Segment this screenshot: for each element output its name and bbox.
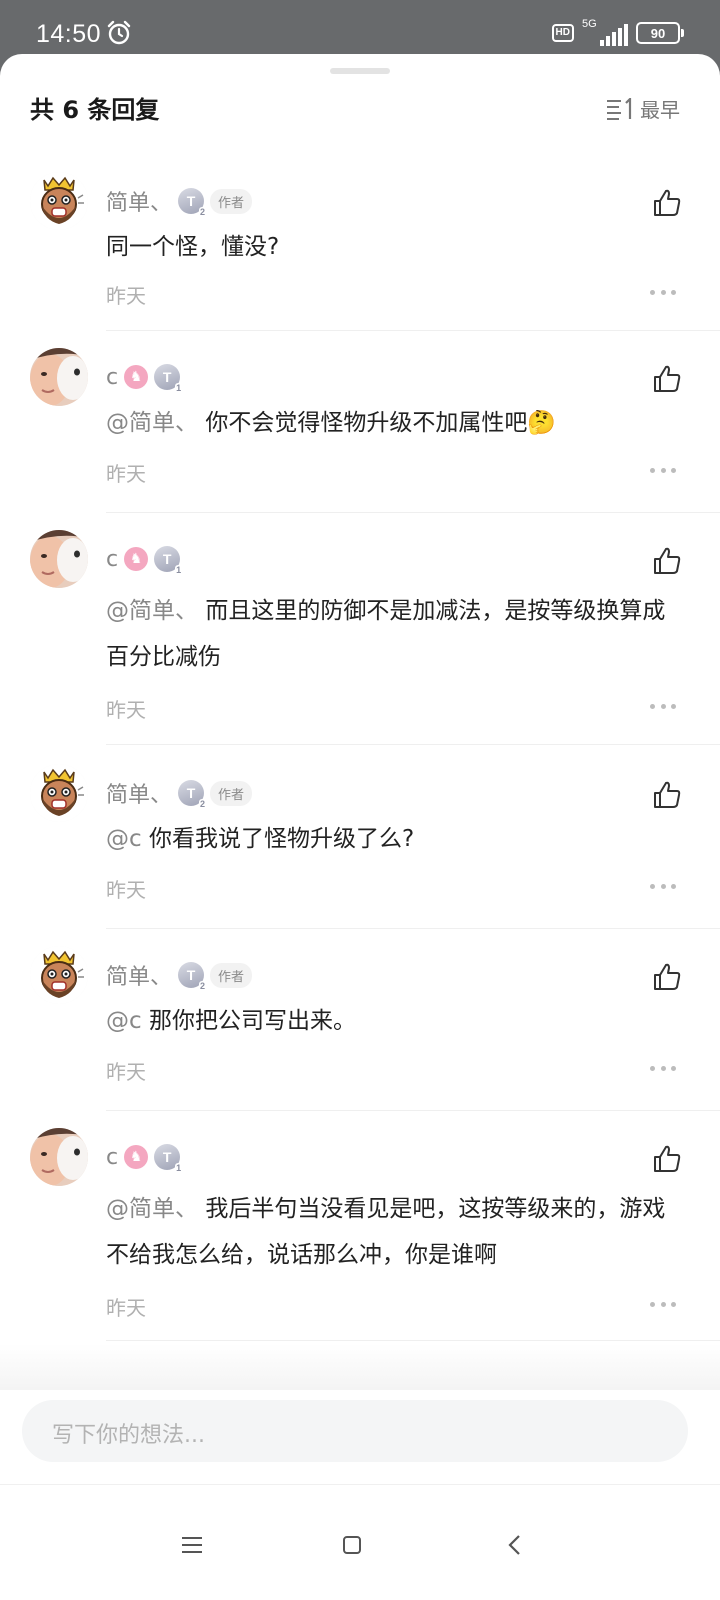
home-nav-button[interactable]: [332, 1525, 372, 1565]
back-chevron-icon: [508, 1535, 520, 1555]
more-icon[interactable]: [650, 468, 676, 474]
divider: [106, 744, 720, 745]
comment-text: @简单、 而且这里的防御不是加减法，是按等级换算成百分比减伤: [106, 598, 666, 670]
sheet-title: 共 6 条回复: [30, 96, 160, 124]
avatar[interactable]: [30, 1128, 88, 1186]
username[interactable]: 简单、: [106, 777, 172, 809]
author-tag: 作者: [210, 188, 253, 214]
back-nav-button[interactable]: [494, 1525, 534, 1565]
comment-text: @简单、 我后半句当没看见是吧，这按等级来的，游戏不给我怎么给，说话那么冲，你是…: [106, 1196, 666, 1268]
mention[interactable]: @简单、: [106, 598, 198, 624]
mention[interactable]: @c: [106, 1008, 142, 1034]
cartoon-avatar-icon: [30, 946, 88, 1004]
author-tag: 作者: [210, 780, 253, 806]
username[interactable]: 简单、: [106, 959, 172, 991]
comment-text: @c 你看我说了怪物升级了么?: [106, 826, 415, 852]
divider: [106, 1340, 720, 1341]
battery-icon: 90: [636, 22, 684, 44]
like-icon[interactable]: [652, 188, 682, 218]
cartoon-avatar-icon: [30, 764, 88, 822]
author-tag: 作者: [210, 962, 253, 988]
drag-handle[interactable]: [330, 68, 390, 74]
rabbit-badge-icon: ♞: [124, 365, 149, 389]
level-badge-icon: T1: [154, 364, 183, 393]
mention[interactable]: @简单、: [106, 410, 198, 436]
comment-time: 昨天: [106, 698, 146, 722]
comment-header: 简单、 T2 作者: [106, 185, 253, 217]
avatar[interactable]: [30, 172, 88, 230]
like-icon[interactable]: [652, 1144, 682, 1174]
more-icon[interactable]: [650, 290, 676, 296]
mention[interactable]: @c: [106, 826, 142, 852]
comment-time: 昨天: [106, 284, 146, 308]
sort-icon: [607, 97, 632, 120]
comment-text: @简单、 你不会觉得怪物升级不加属性吧🤔: [106, 410, 556, 436]
reply-input[interactable]: 写下你的想法...: [22, 1400, 688, 1462]
scroll-fade: [0, 1344, 720, 1390]
comment-time: 昨天: [106, 462, 146, 486]
more-icon[interactable]: [650, 1066, 676, 1072]
comment-text: 同一个怪，懂没?: [106, 234, 280, 260]
comment-header: 简单、 T2 作者: [106, 777, 253, 809]
reply-input-placeholder: 写下你的想法...: [52, 1423, 205, 1448]
avatar[interactable]: [30, 530, 88, 588]
comment-time: 昨天: [106, 878, 146, 902]
avatar[interactable]: [30, 764, 88, 822]
menu-nav-button[interactable]: [172, 1525, 212, 1565]
username[interactable]: c: [106, 365, 118, 390]
username[interactable]: c: [106, 547, 118, 572]
level-badge-icon: T2: [178, 188, 207, 217]
divider: [106, 1110, 720, 1111]
comment-time: 昨天: [106, 1296, 146, 1320]
more-icon[interactable]: [650, 1302, 676, 1308]
battery-level: 90: [650, 25, 666, 41]
level-badge-icon: T2: [178, 780, 207, 809]
username[interactable]: 简单、: [106, 185, 172, 217]
comment-text: @c 那你把公司写出来。: [106, 1008, 356, 1034]
comment-header: 简单、 T2 作者: [106, 959, 253, 991]
like-icon[interactable]: [652, 546, 682, 576]
comment-time: 昨天: [106, 1060, 146, 1084]
comment-header: c ♞ T1: [106, 362, 183, 393]
mention[interactable]: @简单、: [106, 1196, 198, 1222]
replies-sheet: 共 6 条回复 最早 简单、 T2 作者 同一个怪，懂没? 昨天 c ♞ T 1…: [0, 54, 720, 1600]
alarm-icon: [107, 20, 131, 45]
rabbit-badge-icon: ♞: [124, 1145, 149, 1169]
like-icon[interactable]: [652, 780, 682, 810]
photo-avatar-icon: [30, 348, 88, 406]
system-nav-bar: [0, 1484, 720, 1600]
divider: [106, 928, 720, 929]
username[interactable]: c: [106, 1145, 118, 1170]
avatar[interactable]: [30, 946, 88, 1004]
menu-icon: [182, 1537, 202, 1553]
sort-label: 最早: [640, 98, 680, 122]
home-square-icon: [343, 1536, 361, 1554]
sort-button[interactable]: 最早: [606, 94, 680, 123]
divider: [106, 512, 720, 513]
status-time: 14:50: [36, 20, 102, 48]
more-icon[interactable]: [650, 704, 676, 710]
level-badge-icon: T2: [178, 962, 207, 991]
hd-voice-icon: HD: [551, 24, 574, 42]
level-badge-icon: T1: [154, 546, 183, 575]
like-icon[interactable]: [652, 962, 682, 992]
divider: [106, 330, 720, 331]
photo-avatar-icon: [30, 1128, 88, 1186]
avatar[interactable]: [30, 348, 88, 406]
cartoon-avatar-icon: [30, 172, 88, 230]
signal-icon: 5G: [582, 18, 628, 46]
like-icon[interactable]: [652, 364, 682, 394]
comment-header: c ♞ T1: [106, 544, 183, 575]
comment-header: c ♞ T1: [106, 1142, 183, 1173]
rabbit-badge-icon: ♞: [124, 547, 149, 571]
photo-avatar-icon: [30, 530, 88, 588]
level-badge-icon: T1: [154, 1144, 183, 1173]
more-icon[interactable]: [650, 884, 676, 890]
